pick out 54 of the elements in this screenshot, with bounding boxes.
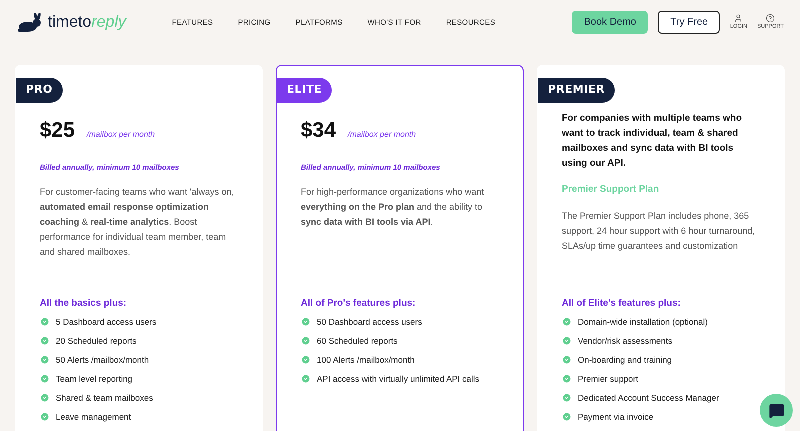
book-demo-button[interactable]: Book Demo — [572, 11, 648, 34]
feature-text: Vendor/risk assessments — [578, 334, 672, 348]
check-icon — [301, 336, 311, 346]
check-icon — [40, 336, 50, 346]
plan-description: The Premier Support Plan includes phone, 365 support, 24 hour support with 6 hour turnaround, SLAs/up time guarantees and customization — [562, 210, 756, 253]
feature-text: API access with virtually unlimited API calls — [317, 372, 480, 386]
check-icon — [562, 393, 572, 404]
plan-price: $34 — [301, 118, 336, 144]
check-icon — [562, 336, 572, 346]
features-title: All the basics plus: — [40, 296, 128, 310]
feature-text: 50 Dashboard access users — [317, 316, 422, 329]
feature-text: 5 Dashboard access users — [56, 316, 157, 329]
features-title: All of Pro's features plus: — [301, 296, 417, 310]
feature-text: Dedicated Account Success Manager — [578, 392, 720, 405]
check-icon — [40, 355, 50, 366]
plan-badge: PREMIER — [538, 78, 615, 102]
plan-description: For high-performance organizations who want everything on the Pro plan and the ability to sync data with BI tools via API. — [301, 186, 486, 230]
check-icon — [40, 393, 50, 404]
feature-text: 50 Alerts /mailbox/month — [56, 354, 150, 367]
feature-text: 60 Scheduled reports — [317, 334, 398, 348]
check-icon — [301, 374, 311, 384]
features-title: All of Elite's features plus: — [562, 296, 682, 310]
feature-text: Domain-wide installation (optional) — [578, 316, 708, 329]
check-icon — [301, 317, 311, 328]
feature-text: On-boarding and training — [578, 354, 672, 367]
plan-intro: For companies with multiple teams who want to track individual, team & shared mailboxes and sync data with BI tools using our API. — [562, 112, 743, 170]
check-icon — [301, 355, 311, 366]
feature-text: Shared & team mailboxes — [56, 392, 154, 405]
check-icon — [562, 412, 572, 422]
feature-text: Leave management — [56, 410, 132, 424]
check-icon — [562, 317, 572, 328]
price-period: /mailbox per month — [348, 128, 416, 140]
user-icon — [734, 14, 744, 23]
plan-description: For customer-facing teams who want 'always on, automated email response optimization coaching & real-time analytics. Boost performance for individual team member, team and shared mailboxes. — [40, 186, 236, 260]
check-icon — [562, 374, 572, 384]
plan-badge: ELITE — [277, 78, 332, 102]
feature-text: 20 Scheduled reports — [56, 334, 137, 348]
feature-text: Team level reporting — [56, 372, 133, 386]
try-free-button[interactable]: Try Free — [658, 11, 720, 34]
rabbit-logo-icon — [16, 12, 44, 32]
feature-text: Premier support — [578, 372, 638, 386]
logo-text[interactable]: timetoreply — [48, 10, 126, 34]
feature-text: 100 Alerts /mailbox/month — [317, 354, 415, 367]
price-period: /mailbox per month — [87, 128, 156, 140]
help-icon — [766, 14, 776, 23]
plan-badge: PRO — [16, 78, 63, 102]
feature-text: Payment via invoice — [578, 410, 654, 424]
check-icon — [40, 412, 50, 422]
check-icon — [40, 317, 50, 328]
plan-price: $25 — [40, 118, 76, 144]
support-plan-title: Premier Support Plan — [562, 182, 660, 196]
chat-icon — [768, 402, 784, 418]
check-icon — [40, 374, 50, 384]
check-icon — [562, 355, 572, 366]
